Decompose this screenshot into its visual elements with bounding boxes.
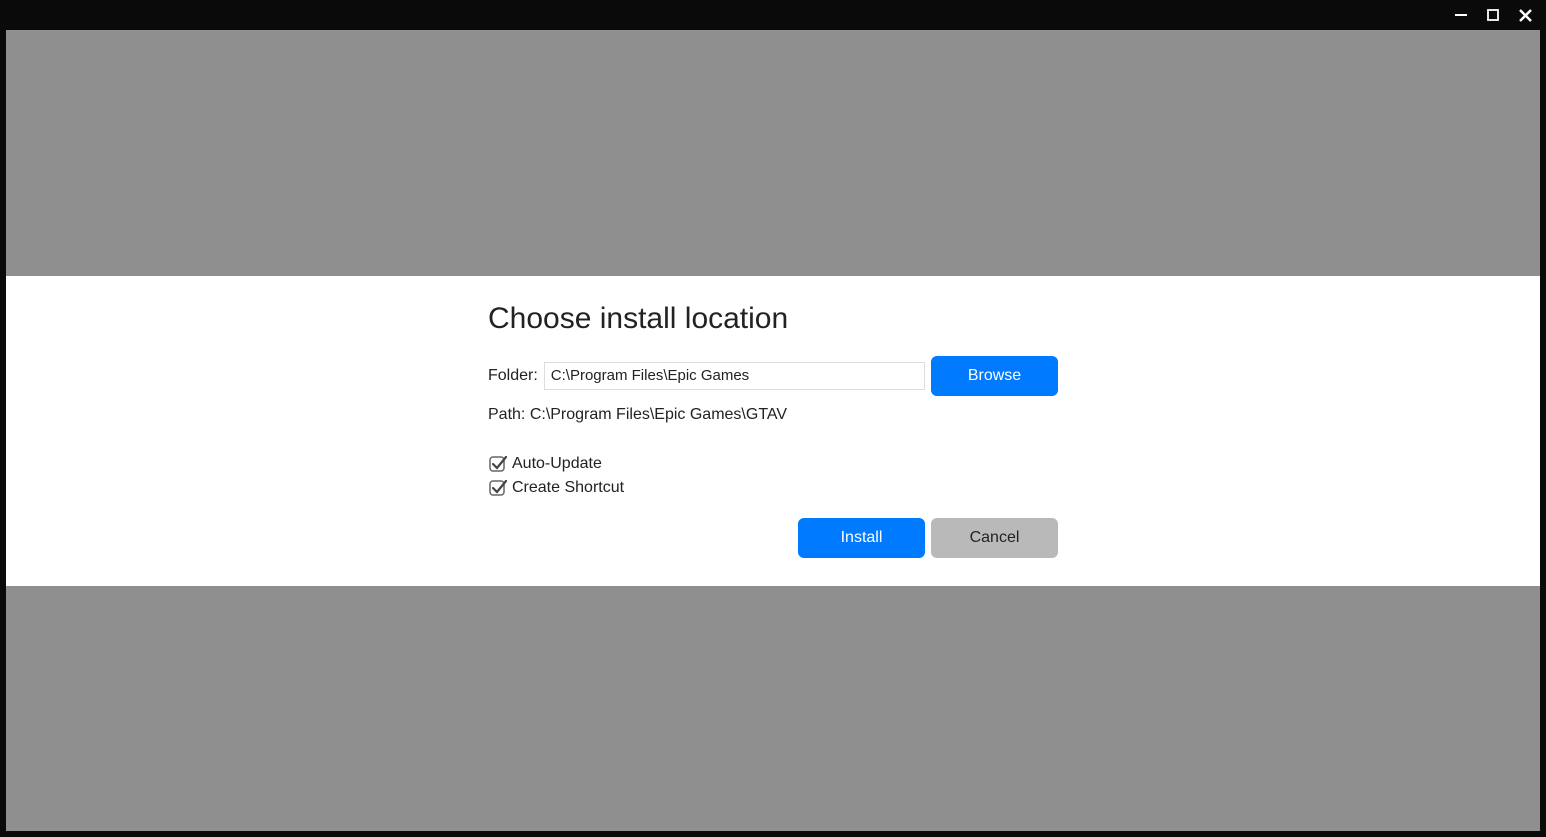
browse-button[interactable]: Browse — [931, 356, 1058, 396]
minimize-icon — [1454, 8, 1468, 22]
auto-update-label: Auto-Update — [512, 455, 602, 473]
folder-row: Folder: Browse — [488, 356, 1058, 396]
folder-input[interactable] — [544, 362, 925, 390]
action-row: Install Cancel — [488, 518, 1058, 558]
auto-update-checkbox[interactable] — [488, 454, 508, 474]
cancel-button[interactable]: Cancel — [931, 518, 1058, 558]
titlebar — [0, 0, 1546, 30]
checkbox-checked-icon — [488, 454, 508, 474]
create-shortcut-row: Create Shortcut — [488, 478, 1058, 498]
install-button[interactable]: Install — [798, 518, 925, 558]
path-value: C:\Program Files\Epic Games\GTAV — [530, 406, 787, 423]
dialog-title: Choose install location — [488, 302, 1058, 336]
folder-label: Folder: — [488, 367, 538, 385]
close-button[interactable] — [1516, 6, 1534, 24]
path-row: Path: C:\Program Files\Epic Games\GTAV — [488, 406, 1058, 424]
create-shortcut-label: Create Shortcut — [512, 479, 624, 497]
auto-update-row: Auto-Update — [488, 454, 1058, 474]
create-shortcut-checkbox[interactable] — [488, 478, 508, 498]
path-label: Path: — [488, 406, 530, 423]
install-dialog: Choose install location Folder: Browse P… — [6, 276, 1540, 586]
close-icon — [1518, 8, 1533, 23]
app-background: Choose install location Folder: Browse P… — [6, 30, 1540, 831]
maximize-icon — [1487, 9, 1499, 21]
maximize-button[interactable] — [1484, 6, 1502, 24]
minimize-button[interactable] — [1452, 6, 1470, 24]
checkbox-checked-icon — [488, 478, 508, 498]
